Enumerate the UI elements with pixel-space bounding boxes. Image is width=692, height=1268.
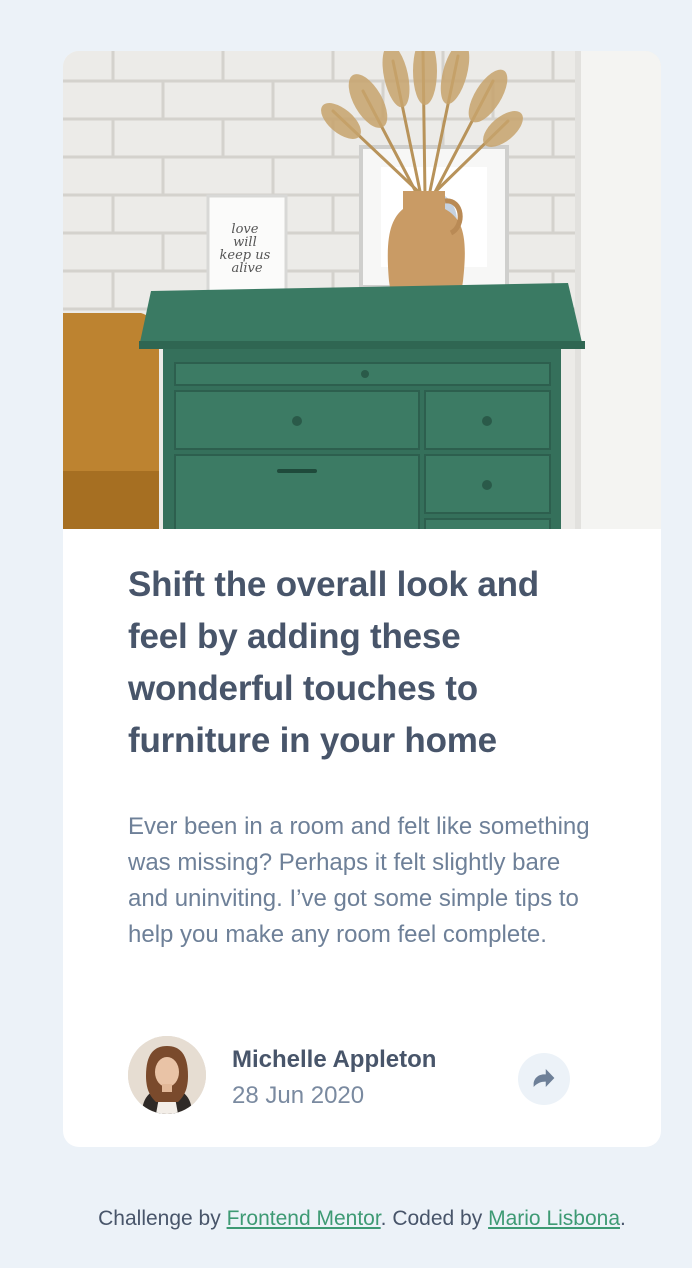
article-content: Shift the overall look and feel by addin…: [128, 559, 598, 953]
author-link[interactable]: Mario Lisbona: [488, 1207, 620, 1230]
attribution: Challenge by Frontend Mentor. Coded by M…: [0, 1204, 692, 1234]
article-excerpt: Ever been in a room and felt like someth…: [128, 813, 590, 948]
hero-image: love will keep us alive: [63, 51, 661, 529]
author-avatar: [128, 1036, 206, 1114]
share-button[interactable]: [518, 1053, 570, 1105]
publish-date: 28 Jun 2020: [232, 1082, 365, 1109]
author-name: Michelle Appleton: [232, 1046, 437, 1073]
frame-text-line-4: alive: [231, 261, 262, 276]
author-block: Michelle Appleton 28 Jun 2020: [128, 1036, 598, 1114]
article-title[interactable]: Shift the overall look and feel by addin…: [128, 559, 598, 767]
attribution-challenge-prefix: Challenge by: [98, 1207, 221, 1230]
article-card: love will keep us alive Shift the overal…: [63, 51, 661, 1147]
share-icon: [533, 1068, 555, 1090]
attribution-coded-prefix: . Coded by: [380, 1207, 483, 1230]
frontend-mentor-link[interactable]: Frontend Mentor: [227, 1207, 381, 1230]
attribution-suffix: .: [620, 1207, 626, 1230]
author-meta: Michelle Appleton 28 Jun 2020: [232, 1042, 436, 1114]
